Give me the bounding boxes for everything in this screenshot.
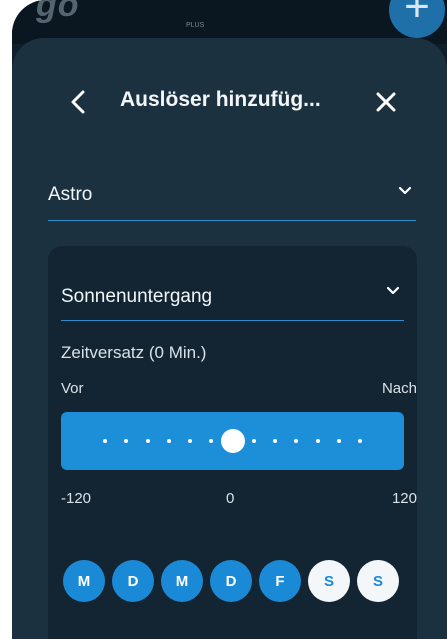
close-button[interactable]	[368, 84, 404, 120]
slider-step-dot	[294, 439, 299, 443]
slider-step-dot	[124, 439, 129, 443]
weekday-toggle[interactable]: S	[357, 560, 399, 602]
weekday-toggle[interactable]: F	[259, 560, 301, 602]
app-screen: go PLUS + Auslöser hinzufüg... Astro Son…	[12, 0, 447, 639]
app-logo: go	[36, 0, 80, 24]
astro-settings-card: Sonnenuntergang Zeitversatz (0 Min.) Vor…	[48, 246, 417, 639]
slider-step-dot	[336, 439, 341, 443]
offset-slider[interactable]	[61, 412, 404, 470]
weekday-selector: MDMDFSS	[63, 560, 408, 606]
add-trigger-sheet: Auslöser hinzufüg... Astro Sonnenunterga…	[12, 38, 447, 639]
offset-after-label: Nach	[381, 380, 417, 397]
astro-event-value: Sonnenuntergang	[61, 286, 213, 307]
offset-label: Zeitversatz (0 Min.)	[61, 343, 207, 362]
slider-step-dot	[315, 439, 320, 443]
slider-step-dot	[188, 439, 192, 443]
sheet-title: Auslöser hinzufüg...	[120, 88, 321, 111]
slider-step-dot	[209, 439, 214, 443]
weekday-toggle[interactable]: D	[112, 560, 154, 602]
offset-before-label: Vor	[61, 380, 84, 397]
chevron-down-icon	[398, 186, 412, 195]
slider-step-dot	[166, 439, 171, 443]
chevron-down-icon	[386, 286, 400, 295]
trigger-type-select[interactable]: Astro	[48, 176, 416, 221]
weekday-toggle[interactable]: M	[161, 560, 203, 602]
add-fab-button[interactable]: +	[389, 0, 445, 38]
weekday-toggle[interactable]: S	[308, 560, 350, 602]
slider-step-dot	[358, 439, 362, 443]
weekday-toggle[interactable]: D	[210, 560, 252, 602]
astro-event-select[interactable]: Sonnenuntergang	[61, 276, 404, 321]
app-logo-sub: PLUS	[186, 22, 205, 29]
tick-zero: 0	[226, 490, 235, 507]
slider-step-dot	[273, 439, 277, 443]
chevron-left-icon	[71, 90, 85, 114]
trigger-type-value: Astro	[48, 184, 93, 205]
slider-step-dot	[145, 439, 150, 443]
tick-max: 120	[391, 490, 417, 507]
weekday-toggle[interactable]: M	[63, 560, 105, 602]
slider-step-dot	[251, 439, 256, 443]
slider-step-dot	[103, 439, 107, 443]
back-button[interactable]	[60, 84, 96, 120]
tick-min: -120	[61, 490, 92, 507]
close-icon	[376, 92, 396, 112]
slider-thumb[interactable]	[220, 429, 245, 453]
